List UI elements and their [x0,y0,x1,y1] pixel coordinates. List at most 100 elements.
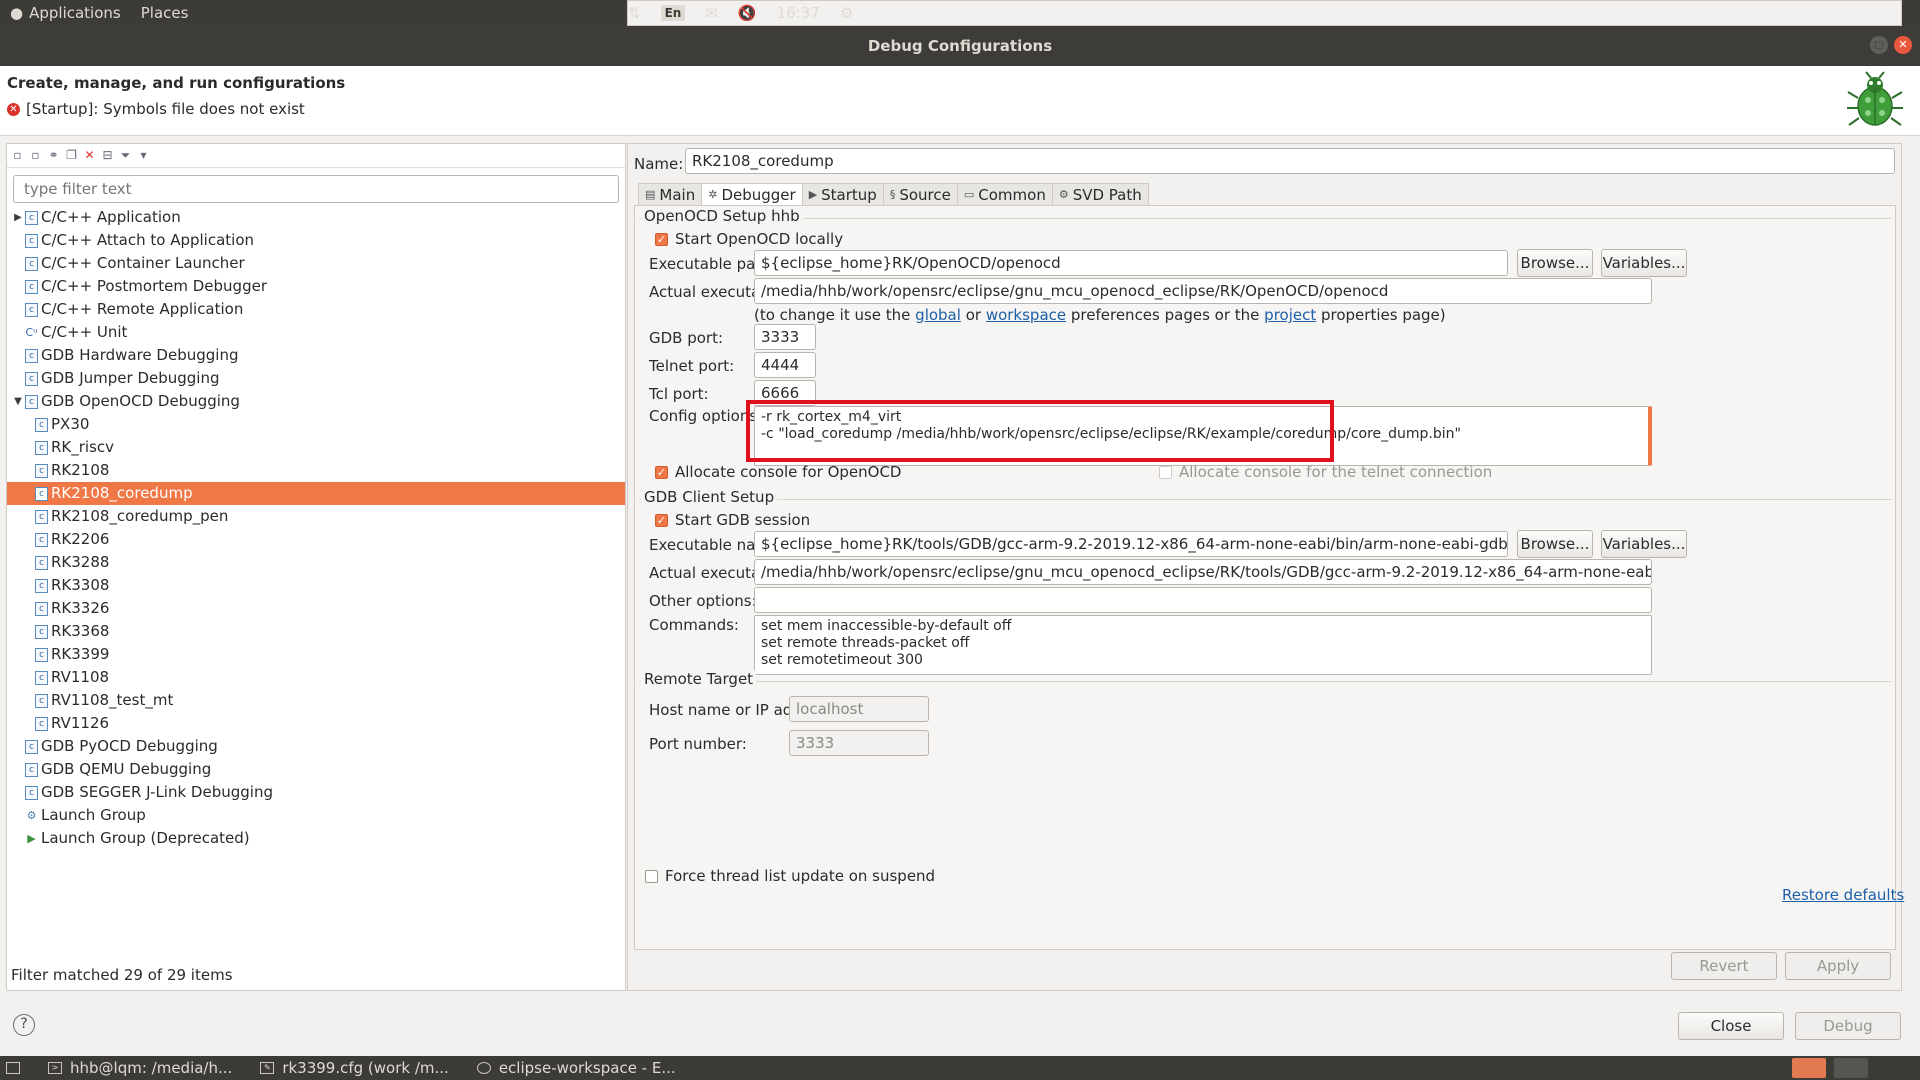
tab-debugger[interactable]: ✲ Debugger [701,183,803,205]
applications-menu[interactable]: ● Applications [0,4,131,22]
taskbar-item-terminal[interactable]: > hhb@lqm: /media/h... [34,1056,246,1080]
openocd-variables-button[interactable]: Variables... [1601,249,1687,277]
global-link[interactable]: global [915,306,961,324]
filter-input[interactable] [13,175,619,203]
c-launch-icon: c [25,233,38,248]
tree-item[interactable]: c RK3368 [7,620,625,643]
places-menu[interactable]: Places [131,4,199,22]
taskbar-item-editor[interactable]: ✎ rk3399.cfg (work /m... [246,1056,463,1080]
tree-item[interactable]: c RK_riscv [7,436,625,459]
tree-item[interactable]: c C/C++ Attach to Application [7,229,625,252]
c-launch-icon: c [35,670,48,685]
tree-item[interactable]: c GDB SEGGER J-Link Debugging [7,781,625,804]
tree-item[interactable]: c C/C++ Postmortem Debugger [7,275,625,298]
tree-item[interactable]: c GDB PyOCD Debugging [7,735,625,758]
tree-item[interactable]: c RK3308 [7,574,625,597]
help-icon[interactable]: ? [13,1014,35,1036]
workspace-1[interactable] [1792,1058,1826,1078]
debug-button[interactable]: Debug [1795,1012,1901,1040]
tab-svd-path[interactable]: ⚙ SVD Path [1051,183,1149,205]
configuration-editor-pane: Name: RK2108_coredump ▤ Main ✲ Debugger ▶ S… [627,143,1904,991]
gdb-port-field[interactable]: 3333 [754,324,816,350]
keyboard-layout-indicator[interactable]: En [660,5,686,21]
openocd-browse-button[interactable]: Browse... [1517,249,1593,277]
workspace-switcher[interactable] [1792,1058,1868,1078]
other-options-field[interactable] [754,587,1652,613]
tree-item[interactable]: ▶ c C/C++ Application [7,206,625,229]
tree-item[interactable]: c RK3326 [7,597,625,620]
tree-item[interactable]: c RK3399 [7,643,625,666]
close-window-icon[interactable]: ✕ [1894,36,1912,54]
tree-item[interactable]: c RK2206 [7,528,625,551]
start-gdb-session-checkbox[interactable]: ✓ Start GDB session [655,511,810,529]
tree-item[interactable]: c RV1126 [7,712,625,735]
tree-item[interactable]: ⚙ Launch Group [7,804,625,827]
host-field[interactable]: localhost [789,696,929,722]
workspace-2[interactable] [1834,1058,1868,1078]
tab-source[interactable]: § Source [882,183,958,205]
tab-common[interactable]: ▭ Common [956,183,1053,205]
delete-icon[interactable]: ✕ [83,149,96,162]
tree-item[interactable]: c RK2108_coredump_pen [7,505,625,528]
tree-item[interactable]: ▼ c GDB OpenOCD Debugging [7,390,625,413]
tree-item[interactable]: Cᵘ C/C++ Unit [7,321,625,344]
gdb-browse-button[interactable]: Browse... [1517,530,1593,558]
apply-button[interactable]: Apply [1785,952,1891,980]
taskbar-item-eclipse[interactable]: eclipse-workspace - E... [463,1056,690,1080]
tab-startup[interactable]: ▶ Startup [801,183,884,205]
tree-item[interactable]: c RV1108_test_mt [7,689,625,712]
tab-main[interactable]: ▤ Main [638,183,703,205]
network-icon[interactable]: ⇅ [628,4,641,22]
new-config-icon[interactable]: ▫ [11,149,24,162]
show-desktop-icon[interactable] [0,1056,34,1080]
collapse-chevron-icon[interactable]: ▼ [11,390,25,413]
telnet-port-field[interactable]: 4444 [754,352,816,378]
openocd-exec-path-field[interactable]: ${eclipse_home}RK/OpenOCD/openocd [754,250,1508,276]
tree-item[interactable]: c RK2108_coredump [7,482,625,505]
gdb-variables-button[interactable]: Variables... [1601,530,1687,558]
export-icon[interactable]: ⚭ [47,149,60,162]
volume-muted-icon[interactable]: 🔇 [738,4,757,22]
collapse-all-icon[interactable]: ⊟ [101,149,114,162]
gdb-exec-name-field[interactable]: ${eclipse_home}RK/tools/GDB/gcc-arm-9.2-… [754,531,1508,557]
tree-item[interactable]: c GDB Jumper Debugging [7,367,625,390]
mail-icon[interactable]: ✉ [705,4,718,22]
port-number-field[interactable]: 3333 [789,730,929,756]
c-launch-icon: c [35,532,48,547]
workspace-link[interactable]: workspace [986,306,1066,324]
window-titlebar[interactable]: Debug Configurations ◻ ✕ [0,26,1920,66]
allocate-console-telnet-checkbox[interactable]: Allocate console for the telnet connecti… [1159,463,1492,481]
tree-item[interactable]: ▶ Launch Group (Deprecated) [7,827,625,850]
view-menu-chevron-icon[interactable]: ▾ [137,149,150,162]
clock[interactable]: 16:37 [777,4,820,22]
gdb-actual-exec-field[interactable]: /media/hhb/work/opensrc/eclipse/gnu_mcu_… [754,559,1652,585]
start-openocd-checkbox[interactable]: ✓ Start OpenOCD locally [655,230,843,248]
tree-item-label: C/C++ Unit [41,323,128,341]
tree-item[interactable]: c RV1108 [7,666,625,689]
tree-item[interactable]: c C/C++ Container Launcher [7,252,625,275]
expand-chevron-icon[interactable]: ▶ [11,206,25,229]
restore-defaults-link[interactable]: Restore defaults [1782,886,1904,904]
tree-item[interactable]: c C/C++ Remote Application [7,298,625,321]
name-field[interactable]: RK2108_coredump [685,148,1895,174]
openocd-actual-exec-field[interactable]: /media/hhb/work/opensrc/eclipse/gnu_mcu_… [754,278,1652,304]
tree-item[interactable]: c PX30 [7,413,625,436]
tree-item[interactable]: c RK2108 [7,459,625,482]
duplicate-icon[interactable]: ❐ [65,149,78,162]
project-link[interactable]: project [1264,306,1316,324]
revert-button[interactable]: Revert [1671,952,1777,980]
maximize-icon[interactable]: ◻ [1870,36,1888,54]
c-launch-icon: c [35,486,48,501]
tree-item[interactable]: c GDB Hardware Debugging [7,344,625,367]
force-thread-update-checkbox[interactable]: Force thread list update on suspend [645,867,935,885]
checkbox-unchecked-icon [645,869,658,883]
filter-icon[interactable]: ⏷ [119,149,132,162]
tree-item[interactable]: c GDB QEMU Debugging [7,758,625,781]
tree-item[interactable]: c RK3288 [7,551,625,574]
commands-textarea[interactable]: set mem inaccessible-by-default off set … [754,615,1652,675]
close-button[interactable]: Close [1678,1012,1784,1040]
settings-gear-icon[interactable]: ⚙ [840,4,853,22]
allocate-console-openocd-checkbox[interactable]: ✓ Allocate console for OpenOCD [655,463,901,481]
tree-item-label: RK3399 [51,645,110,663]
new-prototype-icon[interactable]: ▫ [29,149,42,162]
